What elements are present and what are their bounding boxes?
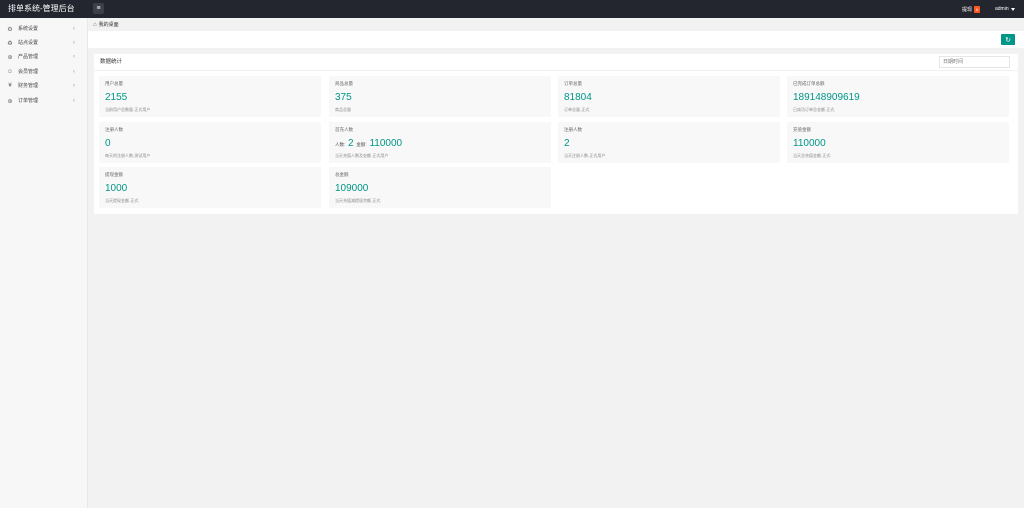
card-title: 订单总量	[564, 81, 582, 86]
notice-label: 提现	[962, 6, 973, 13]
sidebar-item-site[interactable]: ♻ 站点设置 ‹	[0, 36, 88, 50]
user-icon: ☺	[6, 69, 14, 75]
chevron-left-icon: ‹	[73, 69, 75, 75]
refresh-button[interactable]: ↻	[1001, 34, 1015, 45]
sidebar-item-label: 会员管理	[18, 69, 39, 75]
refresh-icon: ↻	[1005, 36, 1011, 44]
stat-card-total-amount: 总金额 109000 当天充值减提现余额-正式	[329, 167, 551, 208]
user-menu[interactable]: admin	[995, 0, 1015, 18]
sidebar-item-label: 产品管理	[18, 54, 39, 60]
app-title: 排单系统-管理后台	[8, 4, 75, 13]
sidebar-item-label: 系统设置	[18, 26, 39, 32]
card-value: 189148909619	[793, 92, 860, 103]
user-name: admin	[995, 6, 1009, 12]
chevron-left-icon: ‹	[73, 83, 75, 89]
sidebar-item-product[interactable]: ⊛ 产品管理 ‹	[0, 50, 88, 64]
card-note: 当前用户总数量-正式用户	[105, 107, 151, 112]
card-note: 每天的注册人数-测试用户	[105, 153, 151, 158]
stat-card-deposit-amount: 充值金额 110000 当天总充值金额-正式	[787, 122, 1009, 163]
panel-divider	[94, 70, 1018, 71]
menu-toggle-button[interactable]: ≡	[93, 3, 104, 14]
card-note: 订单总量-正式	[564, 107, 590, 112]
cycle-icon: ♻	[7, 40, 13, 47]
home-icon: ⌂	[93, 21, 97, 28]
sidebar-item-label: 订单管理	[18, 98, 39, 104]
sidebar-item-finance[interactable]: ¥ 财务管理 ‹	[0, 79, 88, 93]
tab-home[interactable]: ⌂ 我的桌面	[93, 20, 119, 29]
stat-card-completed-amount: 已完成订单总额 189148909619 已成功订单总金额-正式	[787, 76, 1009, 117]
card-value: 0	[105, 138, 111, 149]
sidebar: ⚙ 系统设置 ‹ ♻ 站点设置 ‹ ⊛ 产品管理 ‹ ☺ 会员管理 ‹ ¥ 财务…	[0, 18, 88, 508]
card-title: 总金额	[335, 172, 349, 177]
card-value: 110000	[793, 138, 826, 149]
card-value: 81804	[564, 92, 592, 103]
stat-card-users: 用户总量 2155 当前用户总数量-正式用户	[99, 76, 321, 117]
stat-card-withdraw-amount: 提现金额 1000 当天提现金额-正式	[99, 167, 321, 208]
amount-value: 110000	[369, 138, 403, 149]
card-value: 109000	[335, 183, 369, 194]
card-title: 首充人数	[335, 127, 353, 132]
card-title: 充值金额	[793, 127, 811, 132]
gear-icon: ⚙	[7, 26, 13, 33]
order-icon: ⊛	[7, 98, 13, 105]
sidebar-item-label: 站点设置	[18, 40, 39, 46]
stats-panel: 数据统计 用户总量 2155 当前用户总数量-正式用户 商品总量 375 商品总…	[94, 54, 1018, 214]
card-title: 提现金额	[105, 172, 123, 177]
card-value: 2	[564, 138, 570, 149]
withdraw-notice[interactable]: 提现 0	[962, 0, 981, 18]
toolbar: ↻	[88, 31, 1024, 48]
card-note: 商品总量	[335, 107, 351, 112]
chevron-left-icon: ‹	[73, 40, 75, 46]
card-note: 当天提现金额-正式	[105, 198, 139, 203]
stat-card-registrations-test: 注册人数 0 每天的注册人数-测试用户	[99, 122, 321, 163]
stat-card-first-deposit: 首充人数 人数: 2 金额: 110000 当天充值人数及金额-正式用户	[329, 122, 551, 163]
stat-card-products: 商品总量 375 商品总量	[329, 76, 551, 117]
bag-icon: ⊛	[7, 54, 13, 61]
sidebar-item-order[interactable]: ⊛ 订单管理 ‹	[0, 94, 88, 108]
breadcrumb-home-label: 我的桌面	[98, 22, 119, 28]
card-note: 当天注册人数-正式用户	[564, 153, 606, 158]
card-title: 用户总量	[105, 81, 123, 86]
hamburger-icon: ≡	[96, 5, 101, 12]
panel-title: 数据统计	[100, 59, 123, 65]
chevron-left-icon: ‹	[73, 54, 75, 60]
card-note: 当天充值减提现余额-正式	[335, 198, 381, 203]
caret-down-icon	[1010, 7, 1015, 11]
card-value: 1000	[105, 183, 128, 194]
card-title: 已完成订单总额	[793, 81, 825, 86]
sidebar-item-system[interactable]: ⚙ 系统设置 ‹	[0, 22, 88, 36]
card-note: 已成功订单总金额-正式	[793, 107, 835, 112]
card-value: 375	[335, 92, 352, 103]
stat-card-orders: 订单总量 81804 订单总量-正式	[558, 76, 780, 117]
card-value-group: 人数: 2 金额: 110000	[335, 138, 402, 151]
card-note: 当天总充值金额-正式	[793, 153, 831, 158]
card-note: 当天充值人数及金额-正式用户	[335, 153, 389, 158]
date-input[interactable]	[939, 56, 1010, 68]
breadcrumb: ⌂ 我的桌面	[88, 18, 1024, 30]
card-value: 2155	[105, 92, 128, 103]
card-title: 注册人数	[564, 127, 582, 132]
top-header: 排单系统-管理后台 ≡ 提现 0 admin	[0, 0, 1024, 18]
money-icon: ¥	[8, 83, 12, 89]
amount-label: 金额:	[356, 142, 367, 147]
people-value: 2	[348, 138, 354, 149]
stat-card-registrations: 注册人数 2 当天注册人数-正式用户	[558, 122, 780, 163]
card-title: 商品总量	[335, 81, 353, 86]
people-label: 人数:	[335, 142, 346, 147]
chevron-left-icon: ‹	[73, 26, 75, 32]
notice-badge: 0	[974, 5, 981, 13]
card-title: 注册人数	[105, 127, 123, 132]
sidebar-item-member[interactable]: ☺ 会员管理 ‹	[0, 65, 88, 79]
sidebar-item-label: 财务管理	[18, 83, 39, 89]
chevron-left-icon: ‹	[73, 98, 75, 104]
